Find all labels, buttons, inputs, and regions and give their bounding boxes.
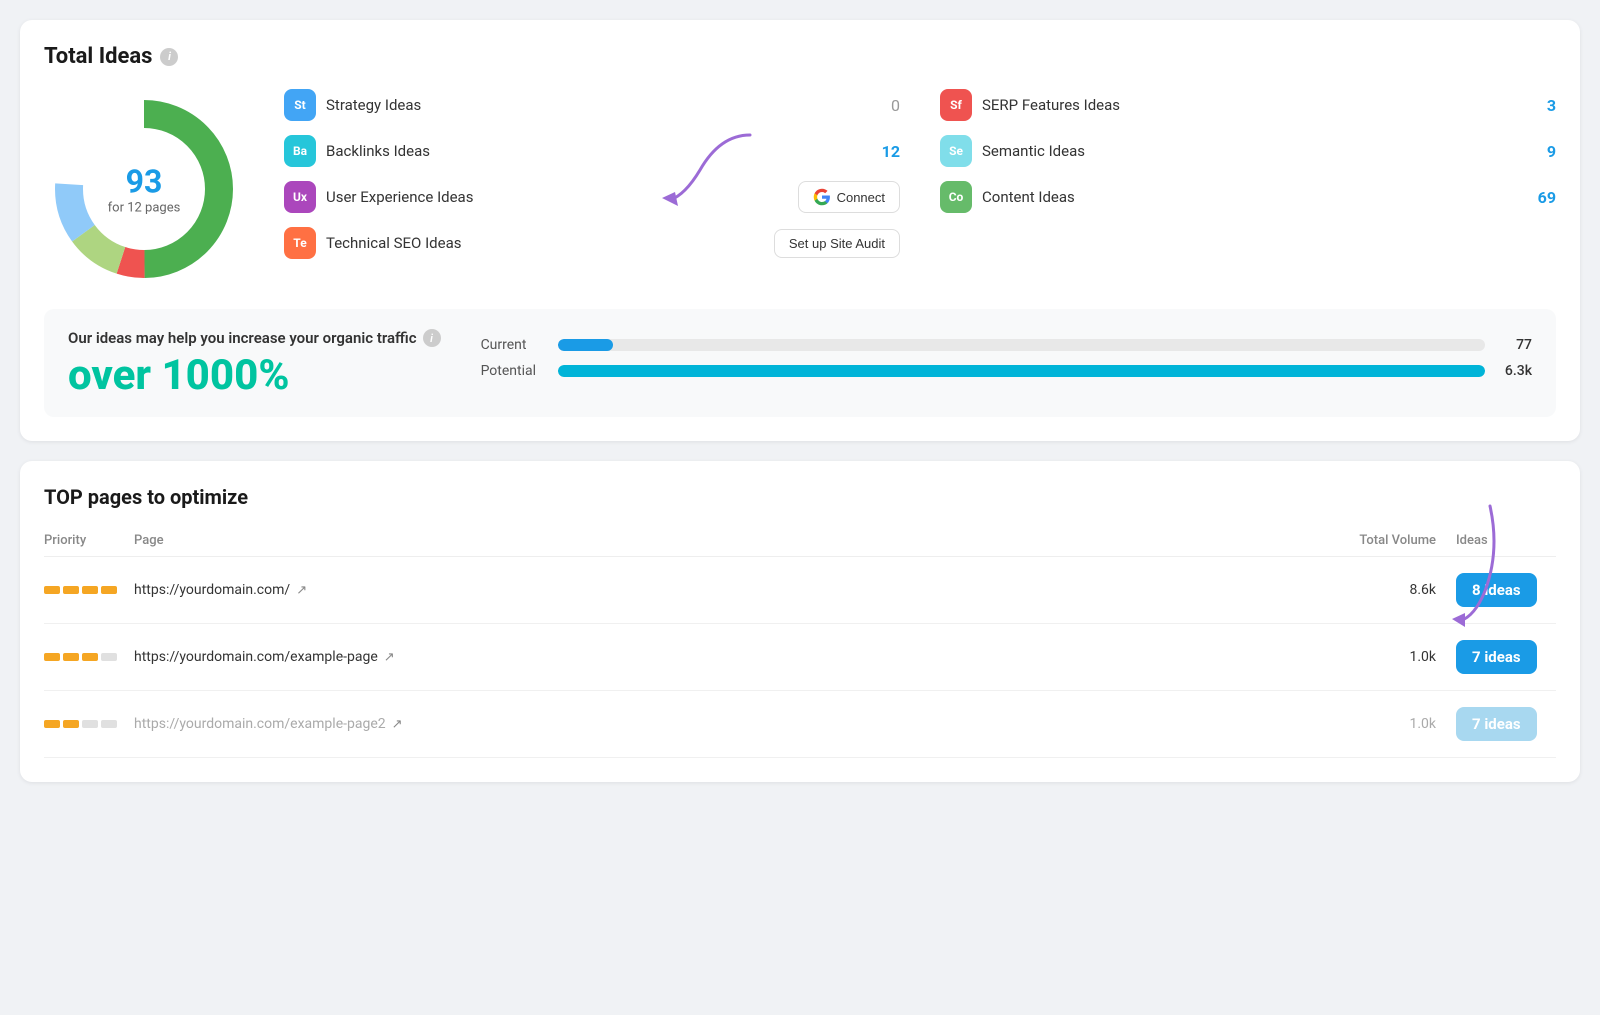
priority-bar: [82, 653, 98, 661]
serp-count: 3: [1526, 96, 1556, 115]
ideas-count-row1[interactable]: 8 ideas: [1456, 573, 1537, 607]
traffic-title: Our ideas may help you increase your org…: [68, 329, 441, 347]
page-url-row2: https://yourdomain.com/example-page ↗: [134, 649, 1336, 665]
strategy-count: 0: [870, 96, 900, 115]
donut-label: for 12 pages: [108, 201, 181, 216]
table-row: https://yourdomain.com/ ↗ 8.6k 8 ideas: [44, 557, 1556, 624]
idea-row-technical: Te Technical SEO Ideas Set up Site Audit: [284, 227, 900, 259]
page-url-row1: https://yourdomain.com/ ↗: [134, 582, 1336, 598]
setup-site-audit-button[interactable]: Set up Site Audit: [774, 229, 900, 258]
traffic-percent: over 1000%: [68, 355, 441, 397]
setup-label: Set up Site Audit: [789, 236, 885, 251]
technical-label: Technical SEO Ideas: [326, 234, 764, 252]
idea-row-content: Co Content Ideas 69: [940, 181, 1556, 213]
title-text: Total Ideas: [44, 44, 152, 69]
priority-bar: [44, 653, 60, 661]
ux-badge: Ux: [284, 181, 316, 213]
idea-row-semantic: Se Semantic Ideas 9: [940, 135, 1556, 167]
priority-row1: [44, 586, 134, 594]
info-icon[interactable]: i: [160, 48, 178, 66]
ideas-badge-row2[interactable]: 7 ideas: [1456, 640, 1556, 674]
potential-bar-row: Potential 6.3k: [481, 363, 1532, 379]
ideas-count-row2[interactable]: 7 ideas: [1456, 640, 1537, 674]
backlinks-badge: Ba: [284, 135, 316, 167]
traffic-left: Our ideas may help you increase your org…: [68, 329, 441, 397]
potential-value: 6.3k: [1497, 363, 1532, 379]
col-ideas: Ideas: [1456, 533, 1556, 548]
content-label: Content Ideas: [982, 188, 1516, 206]
potential-bar-track: [558, 365, 1485, 377]
empty-cell: [940, 227, 1556, 259]
priority-bar: [63, 720, 79, 728]
table-header: Priority Page Total Volume Ideas: [44, 525, 1556, 557]
strategy-badge: St: [284, 89, 316, 121]
traffic-boost-section: Our ideas may help you increase your org…: [44, 309, 1556, 417]
current-value: 77: [1497, 337, 1532, 353]
idea-row-ux: Ux User Experience Ideas Connect: [284, 181, 900, 213]
priority-bar: [82, 586, 98, 594]
top-pages-card: TOP pages to optimize Priority Page Tota…: [20, 461, 1580, 782]
ideas-grid: St Strategy Ideas 0 Sf SERP Features Ide…: [284, 89, 1556, 259]
priority-bar-empty: [101, 653, 117, 661]
priority-bar: [63, 653, 79, 661]
external-link-icon[interactable]: ↗: [392, 717, 403, 732]
current-bar-row: Current 77: [481, 337, 1532, 353]
total-ideas-card: Total Ideas i 93 for 12 pages: [20, 20, 1580, 441]
top-pages-title: TOP pages to optimize: [44, 485, 1556, 509]
content-count: 69: [1526, 188, 1556, 207]
donut-center: 93 for 12 pages: [108, 163, 181, 216]
potential-bar-fill: [558, 365, 1485, 377]
content-badge: Co: [940, 181, 972, 213]
priority-row2: [44, 653, 134, 661]
current-bar-track: [558, 339, 1485, 351]
volume-row2: 1.0k: [1336, 649, 1456, 665]
col-priority: Priority: [44, 533, 134, 548]
donut-number: 93: [108, 163, 181, 201]
volume-row1: 8.6k: [1336, 582, 1456, 598]
col-page: Page: [134, 533, 1336, 548]
backlinks-label: Backlinks Ideas: [326, 142, 860, 160]
current-label: Current: [481, 337, 546, 353]
volume-row3: 1.0k: [1336, 716, 1456, 732]
table-row: https://yourdomain.com/example-page2 ↗ 1…: [44, 691, 1556, 758]
strategy-label: Strategy Ideas: [326, 96, 860, 114]
external-link-icon[interactable]: ↗: [384, 650, 395, 665]
total-ideas-title: Total Ideas i: [44, 44, 1556, 69]
priority-row3: [44, 720, 134, 728]
priority-bar: [44, 586, 60, 594]
page-url-row3: https://yourdomain.com/example-page2 ↗: [134, 716, 1336, 732]
traffic-info-icon[interactable]: i: [423, 329, 441, 347]
potential-label: Potential: [481, 363, 546, 379]
traffic-bars: Current 77 Potential 6.3k: [481, 337, 1532, 389]
priority-bar-empty: [82, 720, 98, 728]
priority-bar-empty: [101, 720, 117, 728]
col-volume: Total Volume: [1336, 533, 1456, 548]
idea-row-backlinks: Ba Backlinks Ideas 12: [284, 135, 900, 167]
priority-bar: [101, 586, 117, 594]
priority-bar: [44, 720, 60, 728]
technical-badge: Te: [284, 227, 316, 259]
connect-label: Connect: [837, 190, 885, 205]
semantic-badge: Se: [940, 135, 972, 167]
backlinks-count: 12: [870, 142, 900, 161]
ideas-badge-row1[interactable]: 8 ideas: [1456, 573, 1556, 607]
priority-bar: [63, 586, 79, 594]
idea-row-serp: Sf SERP Features Ideas 3: [940, 89, 1556, 121]
semantic-count: 9: [1526, 142, 1556, 161]
ideas-count-row3[interactable]: 7 ideas: [1456, 707, 1537, 741]
external-link-icon[interactable]: ↗: [296, 583, 307, 598]
serp-badge: Sf: [940, 89, 972, 121]
connect-button[interactable]: Connect: [798, 181, 900, 213]
ux-label: User Experience Ideas: [326, 188, 788, 206]
donut-chart: 93 for 12 pages: [44, 89, 244, 289]
semantic-label: Semantic Ideas: [982, 142, 1516, 160]
google-icon: [813, 188, 831, 206]
top-section: 93 for 12 pages St Strategy Ideas 0 Sf S…: [44, 89, 1556, 289]
idea-row-strategy: St Strategy Ideas 0: [284, 89, 900, 121]
serp-label: SERP Features Ideas: [982, 96, 1516, 114]
table-row: https://yourdomain.com/example-page ↗ 1.…: [44, 624, 1556, 691]
current-bar-fill: [558, 339, 614, 351]
ideas-badge-row3[interactable]: 7 ideas: [1456, 707, 1556, 741]
